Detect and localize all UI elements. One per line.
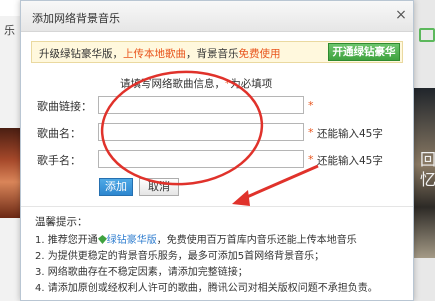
add-button[interactable]: 添加 xyxy=(99,178,133,196)
song-link-input[interactable] xyxy=(98,96,304,114)
song-name-required: * xyxy=(308,126,314,139)
singer-name-label: 歌手名： xyxy=(37,154,81,167)
tip-line-1-suffix: ，免费使用百万首库内音乐还能上传本地音乐 xyxy=(156,235,357,246)
promo-text-b: 上传本地歌曲 xyxy=(123,48,186,60)
promo-text-a: 升级绿钻豪华版， xyxy=(39,48,123,60)
background-left-text: 乐 xyxy=(4,24,15,37)
add-music-dialog: 添加网络背景音乐 × 升级绿钻豪华版，上传本地歌曲，背景音乐免费使用 开通绿钻豪… xyxy=(20,0,414,301)
tips-title: 温馨提示： xyxy=(35,216,88,228)
cancel-button[interactable]: 取消 xyxy=(139,178,179,196)
promo-banner: 升级绿钻豪华版，上传本地歌曲，背景音乐免费使用 开通绿钻豪华 xyxy=(31,41,403,63)
tip-line-4: 4. 请添加原创或经权利人许可的歌曲，腾讯公司对相关版权问题不承担负责。 xyxy=(35,283,378,294)
form-hint: 请填写网络歌曲信息，*为必填项 xyxy=(120,76,272,91)
tip-line-2: 2. 为提供更稳定的背景音乐服务，最多可添加5首网络背景音乐； xyxy=(35,251,325,262)
divider xyxy=(21,206,413,207)
singer-name-required: * xyxy=(308,153,314,166)
singer-name-input[interactable] xyxy=(98,150,304,168)
dialog-titlebar: 添加网络背景音乐 × xyxy=(21,1,413,32)
singer-name-limit: 还能输入45字 xyxy=(317,155,383,167)
tip-line-3: 3. 网络歌曲存在不稳定因素，请添加完整链接； xyxy=(35,267,248,278)
form-hint-text: 请填写网络歌曲信息， xyxy=(120,78,225,90)
tip-line-1-prefix: 1. 推荐您开通 xyxy=(35,235,98,246)
open-green-diamond-button[interactable]: 开通绿钻豪华 xyxy=(328,43,400,61)
promo-text: 升级绿钻豪华版，上传本地歌曲，背景音乐免费使用 xyxy=(39,46,281,61)
song-name-label: 歌曲名： xyxy=(37,127,81,140)
song-link-label: 歌曲链接： xyxy=(37,100,92,113)
close-icon[interactable]: × xyxy=(394,7,408,23)
song-name-input[interactable] xyxy=(98,123,304,141)
background-right-text: 回忆 xyxy=(420,150,435,189)
promo-text-c: ，背景音乐 xyxy=(186,48,239,60)
song-link-required: * xyxy=(308,99,314,112)
dialog-title: 添加网络背景音乐 xyxy=(32,12,120,25)
background-chat-icon xyxy=(419,28,435,42)
green-diamond-link[interactable]: 绿钻豪华版 xyxy=(107,235,157,246)
promo-text-d: 免费使用 xyxy=(238,48,281,60)
green-diamond-icon xyxy=(97,235,107,244)
form-hint-suffix: 为必填项 xyxy=(230,78,273,90)
song-name-limit: 还能输入45字 xyxy=(317,128,383,140)
tip-line-1: 1. 推荐您开通 绿钻豪华版，免费使用百万首库内音乐还能上传本地音乐 xyxy=(35,231,357,246)
